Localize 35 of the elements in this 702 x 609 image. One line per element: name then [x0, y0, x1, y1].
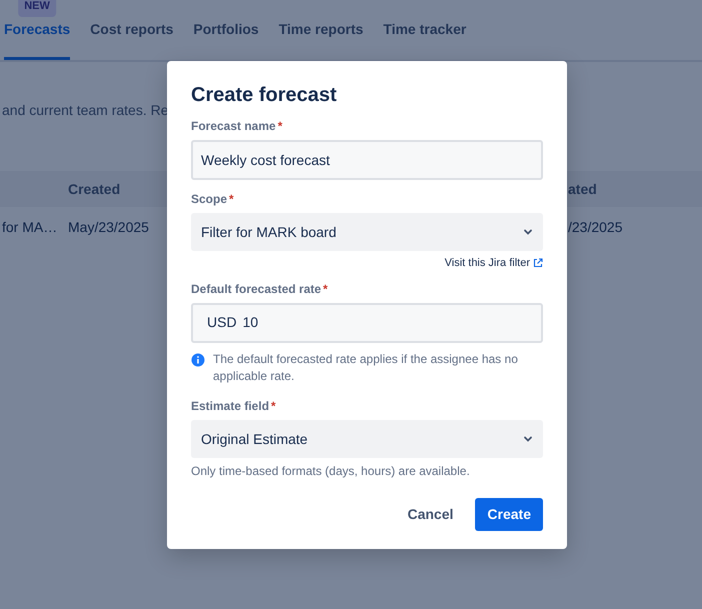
cancel-button[interactable]: Cancel	[395, 498, 466, 532]
tab[interactable]: Portfolios	[193, 19, 259, 60]
intro-text: and current team rates.	[2, 102, 148, 118]
input-field[interactable]: USD 10	[191, 302, 543, 342]
read-more-link[interactable]: Re	[150, 102, 169, 118]
table-cell-text: /23/2025	[568, 218, 622, 236]
dialog-title: Create forecast	[191, 83, 338, 107]
required-asterisk: *	[271, 399, 276, 414]
chevron-down-icon	[523, 227, 533, 237]
select-field[interactable]: Original Estimate	[191, 420, 543, 458]
field-label: Forecast name *	[191, 118, 284, 135]
tab[interactable]: Forecasts	[4, 19, 70, 60]
table-cell-text: for MA…	[2, 218, 58, 236]
column-header: ated	[568, 180, 597, 198]
new-badge: NEW	[18, 0, 56, 16]
chevron-down-icon	[523, 434, 533, 444]
tab[interactable]: Time tracker	[383, 19, 466, 60]
field-label: Scope *	[191, 191, 235, 208]
required-asterisk: *	[278, 119, 282, 133]
select-field[interactable]: Filter for MARK board	[191, 213, 543, 251]
info-icon	[191, 352, 205, 366]
required-asterisk: *	[229, 192, 234, 206]
table-cell-text: May/23/2025	[68, 218, 149, 237]
tab[interactable]: Time reports	[278, 19, 364, 60]
tab[interactable]: Cost reports	[90, 19, 174, 60]
required-asterisk: *	[323, 282, 328, 296]
external-link-icon	[533, 258, 543, 268]
field-label: Estimate field *	[191, 398, 277, 416]
input-field[interactable]: Weekly cost forecast	[191, 140, 543, 180]
field-label: Default forecasted rate *	[191, 280, 329, 298]
column-header: Created	[68, 180, 120, 198]
help-text: Only time-based formats (days, hours) are available.	[191, 463, 471, 480]
filter-link[interactable]: Visit this Jira filter	[444, 255, 530, 272]
create-button[interactable]: Create	[475, 498, 543, 532]
info-text: The default forecasted rate applies if the assignee has no applicable rate.	[213, 350, 519, 385]
